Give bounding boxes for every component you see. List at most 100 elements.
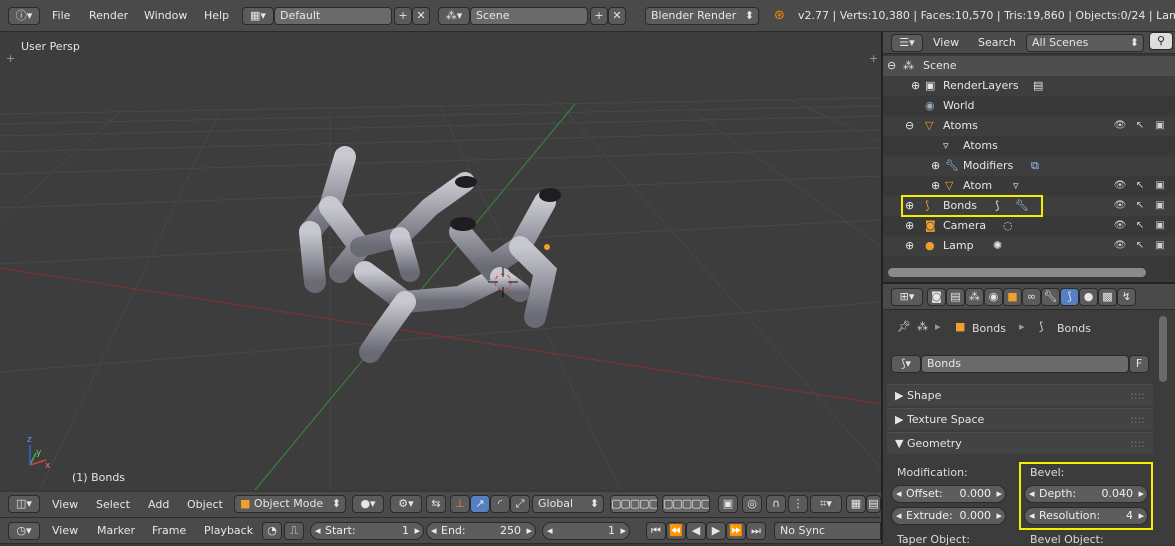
rotate-manipulator-button[interactable]: ◜ (490, 495, 510, 513)
tab-scene[interactable]: ⁂ (965, 288, 984, 306)
expand-icon[interactable]: ⊕ (905, 196, 914, 216)
select-cursor-icon[interactable]: ↖ (1133, 240, 1147, 251)
offset-field[interactable]: ◂ Offset: 0.000 ▸ (891, 485, 1006, 503)
select-cursor-icon[interactable]: ↖ (1133, 180, 1147, 191)
lock-range-button[interactable]: ⎍ (284, 522, 304, 540)
layers-grid-2[interactable]: ▢▢▢▢▢ (662, 495, 710, 513)
menu-object[interactable]: Object (187, 492, 223, 518)
select-cursor-icon[interactable]: ↖ (1133, 200, 1147, 211)
viewport-shading-dropdown[interactable]: ●▾ (352, 495, 384, 513)
region-expand-icon[interactable]: + (869, 52, 878, 65)
tab-render[interactable]: ◙ (927, 288, 946, 306)
menu-window[interactable]: Window (144, 0, 187, 32)
editor-type-properties-button[interactable]: ⊞▾ (891, 288, 923, 306)
scene-add-button[interactable]: + (590, 7, 608, 25)
end-frame-field[interactable]: ◂ End: 250 ▸ (426, 522, 536, 540)
tab-render-layers[interactable]: ▤ (946, 288, 965, 306)
visibility-eye-icon[interactable]: 👁︎ (1113, 180, 1127, 191)
outliner-search-button[interactable]: ⚲ (1149, 32, 1173, 50)
menu-render[interactable]: Render (89, 0, 128, 32)
drag-handle-icon[interactable]: :::: (1130, 433, 1145, 455)
area-divider-horizontal[interactable] (883, 282, 1175, 284)
layers-grid-1[interactable]: ▢▢▢▢▢ (610, 495, 658, 513)
region-expand-icon[interactable]: + (6, 52, 15, 65)
tab-object[interactable]: ■ (1003, 288, 1022, 306)
visibility-eye-icon[interactable]: 👁︎ (1113, 200, 1127, 211)
scene-delete-button[interactable]: ✕ (608, 7, 626, 25)
expand-icon[interactable]: ⊕ (905, 216, 914, 236)
panel-texture-space[interactable]: ▶ Texture Space :::: (887, 408, 1153, 430)
select-cursor-icon[interactable]: ↖ (1133, 120, 1147, 131)
play-reverse-button[interactable]: ◀ (686, 522, 706, 540)
render-camera-icon[interactable]: ▣ (1153, 220, 1167, 231)
visibility-eye-icon[interactable]: 👁︎ (1113, 120, 1127, 131)
outliner-row-scene[interactable]: ⊖ ⁂ Scene (883, 56, 1175, 76)
layout-name-field[interactable]: Default (274, 7, 392, 25)
play-button[interactable]: ▶ (706, 522, 726, 540)
menu-select[interactable]: Select (96, 492, 130, 518)
timeline-menu-frame[interactable]: Frame (152, 518, 186, 544)
translate-toggle[interactable]: ⊥ (450, 495, 470, 513)
outliner-scrollbar[interactable] (888, 268, 1146, 277)
tab-curve-data[interactable]: ⟆ (1060, 288, 1079, 306)
editor-type-3d-button[interactable]: ◫▾ (8, 495, 40, 513)
tab-material[interactable]: ● (1079, 288, 1098, 306)
bevel-resolution-field[interactable]: ◂ Resolution: 4 ▸ (1024, 507, 1148, 525)
render-anim-button[interactable]: ▤ (866, 495, 881, 513)
jump-end-button[interactable]: ⏭ (746, 522, 766, 540)
editor-type-info-button[interactable]: ⓘ▾ (8, 7, 40, 25)
layout-add-button[interactable]: + (394, 7, 412, 25)
tab-modifiers[interactable]: 🔧︎ (1041, 288, 1060, 306)
layout-delete-button[interactable]: ✕ (412, 7, 430, 25)
jump-start-button[interactable]: ⏮ (646, 522, 666, 540)
tab-world[interactable]: ◉ (984, 288, 1003, 306)
snap-target-dropdown[interactable]: ⌗▾ (810, 495, 842, 513)
render-camera-icon[interactable]: ▣ (1153, 240, 1167, 251)
outliner-filter-dropdown[interactable]: All Scenes ⬍ (1026, 34, 1144, 52)
translate-manipulator-button[interactable]: ↗ (470, 495, 490, 513)
visibility-eye-icon[interactable]: 👁︎ (1113, 220, 1127, 231)
collapse-icon[interactable]: ⊖ (905, 116, 914, 136)
panel-geometry[interactable]: ▼ Geometry :::: (887, 432, 1153, 454)
curve-datablock-name[interactable]: Bonds (921, 355, 1129, 373)
render-engine-dropdown[interactable]: Blender Render ⬍ (645, 7, 759, 25)
scene-type-button[interactable]: ⁂▾ (438, 7, 470, 25)
tab-constraints[interactable]: ∞ (1022, 288, 1041, 306)
expand-icon[interactable]: ⊕ (911, 76, 920, 96)
preview-range-button[interactable]: ◔ (262, 522, 282, 540)
editor-type-outliner-button[interactable]: ☰▾ (891, 34, 923, 52)
outliner-label[interactable]: Modifiers (963, 156, 1013, 176)
next-keyframe-button[interactable]: ⏩ (726, 522, 746, 540)
orientation-dropdown[interactable]: Global ⬍ (532, 495, 604, 513)
outliner-label[interactable]: Camera (943, 216, 986, 236)
proportional-edit-button[interactable]: ◎ (742, 495, 762, 513)
start-frame-field[interactable]: ◂ Start: 1 ▸ (310, 522, 424, 540)
render-camera-icon[interactable]: ▣ (1153, 180, 1167, 191)
outliner-menu-view[interactable]: View (933, 32, 959, 54)
3d-viewport[interactable]: z y x User Persp (1) Bonds + + (0, 32, 881, 490)
render-camera-icon[interactable]: ▣ (1153, 200, 1167, 211)
outliner-menu-search[interactable]: Search (978, 32, 1016, 54)
panel-shape[interactable]: ▶ Shape :::: (887, 384, 1153, 406)
tab-physics[interactable]: ↯ (1117, 288, 1136, 306)
outliner-label[interactable]: RenderLayers (943, 76, 1019, 96)
menu-add[interactable]: Add (148, 492, 169, 518)
fake-user-button[interactable]: F (1129, 355, 1149, 373)
outliner-label[interactable]: Scene (923, 56, 957, 76)
viewport-scene[interactable]: z y x (0, 32, 881, 490)
properties-scrollbar[interactable] (1159, 316, 1167, 382)
outliner-label[interactable]: Bonds (943, 196, 977, 216)
scene-name-field[interactable]: Scene (470, 7, 588, 25)
menu-file[interactable]: File (52, 0, 70, 32)
mode-dropdown[interactable]: ■ Object Mode ⬍ (234, 495, 346, 513)
timeline-menu-playback[interactable]: Playback (204, 518, 253, 544)
pin-icon[interactable]: 📌︎ (897, 320, 911, 333)
lock-layers-button[interactable]: ▣ (718, 495, 738, 513)
render-preview-button[interactable]: ▦ (846, 495, 866, 513)
drag-handle-icon[interactable]: :::: (1130, 409, 1145, 431)
expand-icon[interactable]: ⊕ (905, 236, 914, 256)
expand-icon[interactable]: ⊕ (931, 156, 940, 176)
timeline-menu-marker[interactable]: Marker (97, 518, 135, 544)
pivot-dropdown[interactable]: ⚙▾ (390, 495, 422, 513)
outliner-tree[interactable]: ⊖ ⁂ Scene ⊕ ▣ RenderLayers ▤ ◉ World ⊖ ▽… (883, 54, 1175, 268)
